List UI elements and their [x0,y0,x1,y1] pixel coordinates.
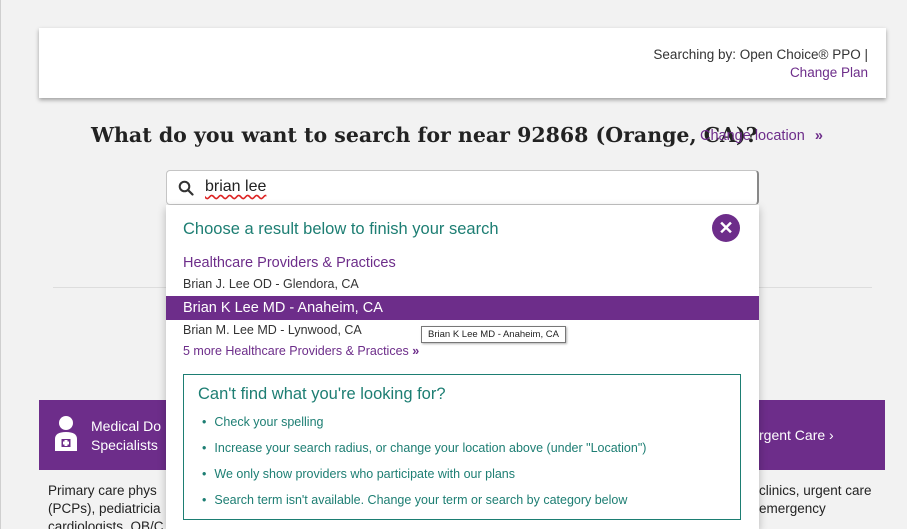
search-question-heading: What do you want to search for near 9286… [91,123,758,147]
searching-by-text: Searching by: Open Choice® PPO | [653,47,868,62]
page-background: Searching by: Open Choice® PPO | Change … [0,0,907,529]
more-results-link[interactable]: 5 more Healthcare Providers & Practices … [183,344,419,358]
category-label-line: Medical Do [91,418,162,434]
description-line: Primary care phys [48,483,157,498]
change-plan-link[interactable]: Change Plan [653,64,868,82]
plan-header-card: Searching by: Open Choice® PPO | Change … [39,28,886,98]
description-line: (PCPs), pediatricia [48,501,161,516]
chevron-right-icon: » [412,344,420,358]
help-tip: Increase your search radius, or change y… [202,441,646,467]
result-item-highlighted[interactable]: Brian K Lee MD - Anaheim, CA [166,296,759,320]
change-location-label: Change location [700,128,805,144]
category-urgent-care-description: clinics, urgent care emergency [759,482,884,518]
result-item[interactable]: Brian J. Lee OD - Glendora, CA [183,277,359,291]
category-medical-label: Medical Do Specialists [91,417,166,455]
divider [759,287,872,288]
search-icon [178,180,194,196]
search-input[interactable]: brian lee [166,170,759,205]
dropdown-heading: Choose a result below to finish your sea… [183,220,499,238]
description-line: clinics, urgent care [759,483,872,498]
chevron-right-icon: » [814,128,823,144]
category-urgent-care-label: rgent Care › [759,427,834,443]
category-label-line: Specialists [91,437,158,453]
result-tooltip: Brian K Lee MD - Anaheim, CA [421,326,566,343]
result-item[interactable]: Brian M. Lee MD - Lynwood, CA [183,323,362,337]
search-input-value: brian lee [205,178,267,195]
category-medical-doctors[interactable]: Medical Do Specialists [39,400,166,470]
divider [53,287,166,288]
help-title: Can't find what you're looking for? [198,385,446,403]
result-item-label: Brian K Lee MD - Anaheim, CA [183,300,383,316]
search-results-dropdown: Choose a result below to finish your sea… [166,205,759,529]
category-medical-description: Primary care phys (PCPs), pediatricia ca… [48,482,166,529]
help-tip: Search term isn't available. Change your… [202,493,646,519]
more-results-label: 5 more Healthcare Providers & Practices [183,344,409,358]
plan-info: Searching by: Open Choice® PPO | Change … [653,46,868,82]
description-line: emergency [759,501,826,516]
help-tips-list: Check your spelling Increase your search… [202,415,646,519]
result-category-heading: Healthcare Providers & Practices [183,255,396,271]
category-urgent-care[interactable]: rgent Care › [759,400,885,470]
change-location-link[interactable]: Change location » [700,128,823,144]
help-tip: Check your spelling [202,415,646,441]
search-help-box: Can't find what you're looking for? Chec… [183,374,741,520]
help-tip: We only show providers who participate w… [202,467,646,493]
description-line: cardiologists, OB/C [48,519,164,529]
doctor-icon [55,416,77,451]
close-icon[interactable]: ✕ [712,214,740,242]
